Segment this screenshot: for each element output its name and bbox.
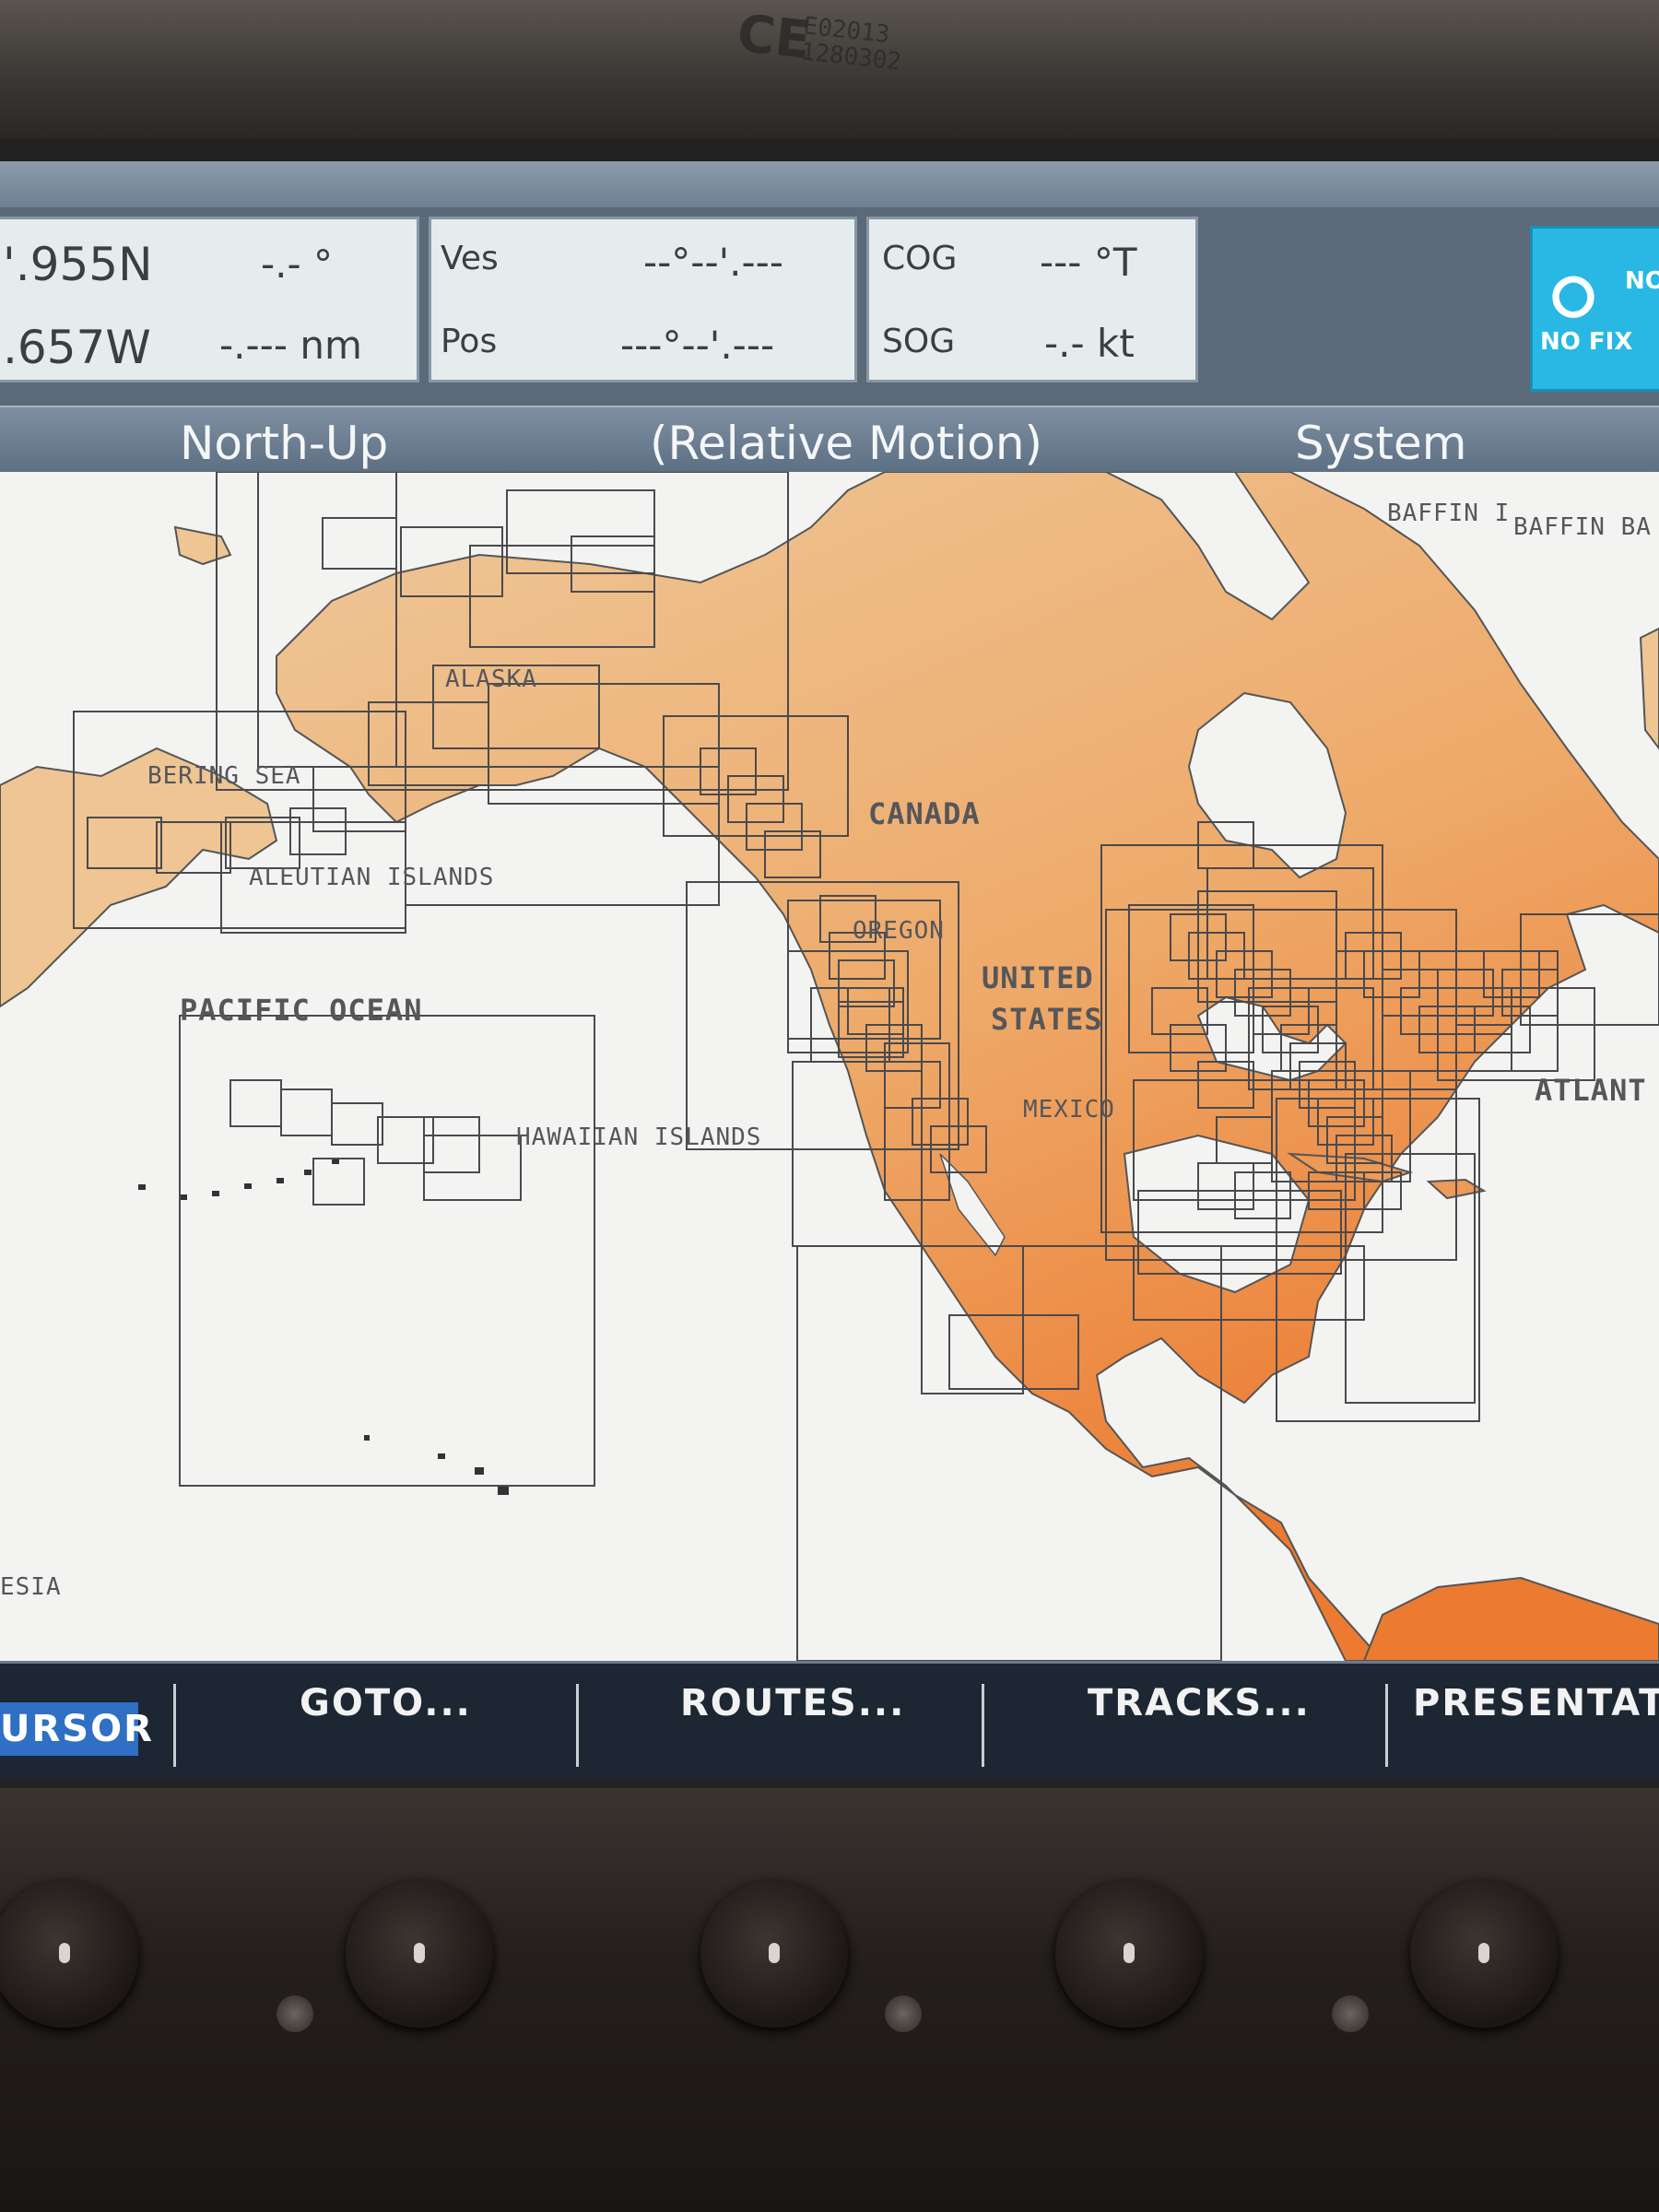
label-aleutian-islands: ALEUTIAN ISLANDS [249,864,495,891]
aleutian-chain [138,1159,339,1200]
cursor-latitude: '.955N [3,238,153,291]
label-indonesia: ESIA [0,1573,62,1601]
gps-status-button[interactable]: ⭘ NO FIX NO [1530,226,1659,392]
button-indicator [1124,1943,1135,1963]
gps-status-partial: NO [1625,267,1659,295]
softkey-routes[interactable]: ROUTES... [680,1682,905,1724]
softkey-tracks[interactable]: TRACKS... [1088,1682,1311,1724]
chart-map-graphics [0,472,1659,1661]
land-hawaii-islet [438,1453,445,1459]
chart-map[interactable]: ALASKA BERING SEA ALEUTIAN ISLANDS CANAD… [0,472,1659,1661]
vessel-longitude: ---°--'.--- [620,323,775,368]
land-greenland [1639,627,1659,750]
label-pacific-ocean: PACIFIC OCEAN [180,993,423,1028]
land-hawaii-islet [498,1486,509,1495]
label-baffin-island: BAFFIN I [1387,500,1511,527]
cog-sog-panel[interactable]: COG SOG --- °T -.- kt [866,217,1198,382]
label-hawaiian-islands: HAWAIIAN ISLANDS [516,1124,762,1151]
orientation-mode[interactable]: North-Up [180,417,388,470]
label-atlantic: ATLANT [1535,1073,1647,1108]
chart-mode-bar: North-Up (Relative Motion) System [0,406,1659,474]
label-states: STATES [991,1002,1103,1037]
softkey-button-3[interactable] [700,1880,848,2028]
softkey-button-2[interactable] [346,1880,493,2028]
label-canada: CANADA [868,796,981,831]
softkey-button-5[interactable] [1410,1880,1558,2028]
label-mexico: MEXICO [1023,1096,1115,1124]
land-south-america [1362,1576,1659,1661]
gps-status-text: NO FIX [1540,328,1633,356]
satellite-icon: ⭘ [1551,265,1595,330]
softkey-separator [982,1684,984,1767]
label-bering-sea: BERING SEA [147,762,301,790]
label-united: UNITED [982,960,1094,995]
top-strip [0,161,1659,207]
cog-value: --- °T [1040,240,1137,285]
motion-mode[interactable]: (Relative Motion) [650,417,1042,470]
land-north-america [276,472,1659,1661]
bezel-screw [885,1995,922,2032]
cursor-longitude: .657W [3,321,151,374]
softkey-bar: URSOR GOTO... ROUTES... TRACKS... PRESEN… [0,1661,1659,1779]
softkey-separator [576,1684,579,1767]
vessel-position-panel[interactable]: Ves Pos --°--'.--- ---°--'.--- [429,217,857,382]
label-alaska: ALASKA [445,665,537,693]
softkey-cursor[interactable]: URSOR [0,1708,154,1750]
cursor-range: -.--- nm [219,323,362,368]
bezel-screw [276,1995,313,2032]
cog-label: COG [882,240,958,277]
vessel-label: Ves [441,240,499,277]
softkey-button-4[interactable] [1055,1880,1203,2028]
sog-value: -.- kt [1044,321,1135,366]
bezel-screw [1332,1995,1369,2032]
land-hawaii-islet [364,1435,370,1441]
label-baffin-bay: BAFFIN BA [1513,513,1652,541]
position-label: Pos [441,323,498,360]
certification-code: E02013 1280302 [799,12,905,76]
land-chukotka-tip [173,525,232,566]
button-indicator [769,1943,780,1963]
vessel-latitude: --°--'.--- [643,240,783,285]
softkey-separator [1385,1684,1388,1767]
cursor-bearing: -.- ° [261,241,334,287]
cursor-position-panel[interactable]: '.955N .657W -.- ° -.--- nm [0,217,419,382]
datum-mode[interactable]: System [1295,417,1466,470]
device-bezel-top: CE E02013 1280302 [0,0,1659,138]
softkey-goto[interactable]: GOTO... [300,1682,472,1724]
label-oregon: OREGON [853,917,945,945]
chartplotter-screen: '.955N .657W -.- ° -.--- nm Ves Pos --°-… [0,161,1659,1779]
button-indicator [1478,1943,1489,1963]
softkey-presentation[interactable]: PRESENTATI [1413,1682,1659,1724]
button-indicator [59,1943,70,1963]
sog-label: SOG [882,323,956,360]
button-indicator [414,1943,425,1963]
land-hawaii-islet [475,1467,484,1475]
softkey-separator [173,1684,176,1767]
